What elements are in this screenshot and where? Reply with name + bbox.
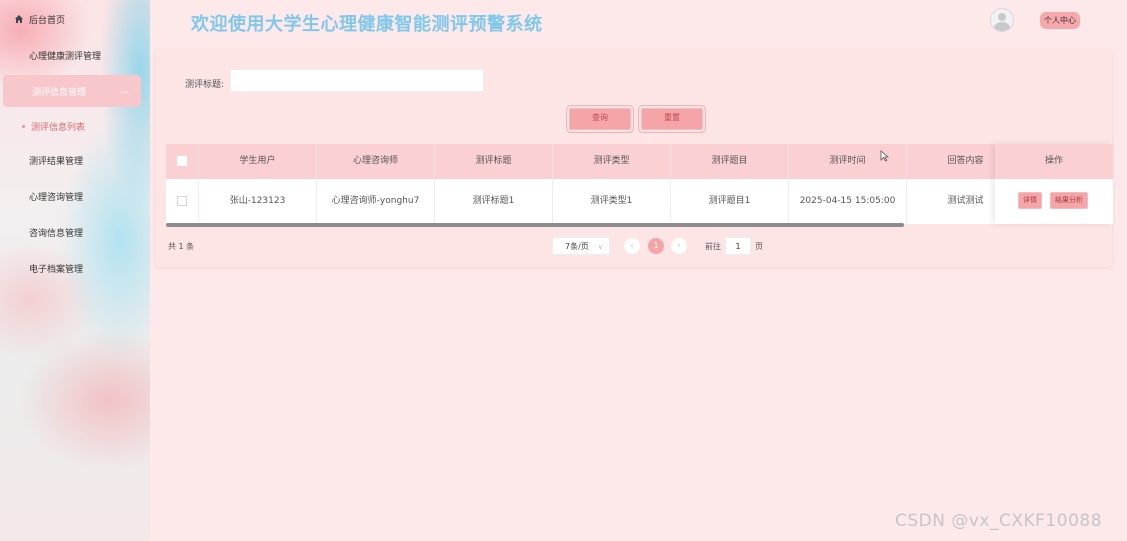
horizontal-scrollbar[interactable] [166, 223, 904, 227]
sidebar: 后台首页 心理健康测评管理 测评信息管理 ︿ 测评信息列表 测评结果管理 心理咨… [0, 0, 150, 541]
cell-time: 2025-04-15 15:05:00 [789, 179, 907, 224]
sidebar-item-counseling[interactable]: 心理咨询管理 [0, 180, 150, 212]
sidebar-item-home[interactable]: 后台首页 [0, 3, 150, 35]
grid-icon [14, 263, 24, 273]
page-number-current[interactable]: 1 [648, 238, 664, 254]
chevron-down-icon: ∨ [597, 243, 603, 251]
page-size-select[interactable]: 7条/页 ∨ [552, 237, 610, 255]
main-panel: 测评标题: 查询 重置 学生用户 心理咨询师 测评标题 测评类型 测评题目 测评… [155, 50, 1113, 267]
sidebar-item-label: 心理健康测评管理 [29, 51, 102, 62]
sidebar-item-label: 测评结果管理 [29, 156, 84, 167]
table-header: 学生用户 心理咨询师 测评标题 测评类型 测评题目 测评时间 回答内容 [166, 144, 1113, 179]
chevron-up-icon: ︿ [121, 86, 129, 95]
cell-counselor: 心理咨询师-yonghu7 [317, 179, 435, 224]
sidebar-item-label: 心理咨询管理 [29, 192, 84, 203]
grid-icon [17, 86, 27, 96]
page-title: 欢迎使用大学生心理健康智能测评预警系统 [191, 14, 543, 35]
search-label: 测评标题: [185, 80, 225, 90]
search-input[interactable] [230, 69, 484, 92]
select-all-checkbox[interactable] [177, 155, 187, 166]
row-select-cell [166, 179, 199, 224]
data-table: 学生用户 心理咨询师 测评标题 测评类型 测评题目 测评时间 回答内容 张山-1… [166, 144, 1113, 224]
grid-icon [14, 155, 24, 165]
cell-question: 测评题目1 [671, 179, 789, 224]
reset-button[interactable]: 重置 [641, 108, 703, 130]
sidebar-item-e-archive[interactable]: 电子档案管理 [0, 252, 150, 284]
goto-label: 前往 [705, 242, 721, 251]
column-header[interactable]: 测评题目 [671, 144, 789, 179]
sidebar-item-label: 后台首页 [29, 15, 66, 26]
sidebar-item-assessment-result[interactable]: 测评结果管理 [0, 144, 150, 176]
mouse-cursor-icon [880, 150, 890, 162]
grid-icon [14, 227, 24, 237]
row-checkbox[interactable] [177, 195, 187, 206]
result-analysis-button[interactable]: 结果分析 [1050, 192, 1088, 209]
home-icon [14, 14, 24, 24]
sidebar-item-consult-info[interactable]: 咨询信息管理 [0, 216, 150, 248]
actions-column: 操作 详情 结果分析 [995, 144, 1113, 224]
header: 欢迎使用大学生心理健康智能测评预警系统 个人中心 [150, 0, 1127, 45]
sidebar-item-label: 测评信息管理 [32, 87, 87, 98]
profile-button[interactable]: 个人中心 [1040, 12, 1080, 29]
cell-title: 测评标题1 [435, 179, 553, 224]
sidebar-item-label: 电子档案管理 [29, 264, 84, 275]
query-button[interactable]: 查询 [569, 108, 631, 130]
sidebar-subitem-label: 测评信息列表 [31, 123, 86, 133]
sidebar-item-assessment-info[interactable]: 测评信息管理 ︿ [3, 75, 141, 107]
grid-icon [14, 50, 24, 60]
column-header: 操作 [995, 144, 1113, 179]
goto-page-input[interactable]: 1 [725, 237, 751, 255]
total-count: 共 1 条 [168, 242, 195, 251]
column-header[interactable]: 学生用户 [199, 144, 317, 179]
next-page-button[interactable]: › [671, 238, 687, 254]
column-header[interactable]: 测评标题 [435, 144, 553, 179]
page-size-value: 7条/页 [565, 242, 589, 251]
sidebar-subitem-assessment-list[interactable]: 测评信息列表 [22, 120, 85, 133]
watermark: CSDN @vx_CXKF10088 [895, 511, 1103, 531]
column-header[interactable]: 测评类型 [553, 144, 671, 179]
bullet-icon [22, 125, 25, 128]
grid-icon [14, 191, 24, 201]
cell-student: 张山-123123 [199, 179, 317, 224]
select-all-cell [166, 144, 199, 179]
goto-unit: 页 [755, 242, 763, 251]
cell-type: 测评类型1 [553, 179, 671, 224]
sidebar-item-label: 咨询信息管理 [29, 228, 84, 239]
table-row: 张山-123123 心理咨询师-yonghu7 测评标题1 测评类型1 测评题目… [166, 179, 1113, 224]
prev-page-button[interactable]: ‹ [624, 238, 640, 254]
avatar[interactable] [990, 8, 1014, 32]
sidebar-item-mental-health-assessment[interactable]: 心理健康测评管理 [0, 39, 150, 71]
details-button[interactable]: 详情 [1018, 192, 1042, 209]
column-header[interactable]: 心理咨询师 [317, 144, 435, 179]
